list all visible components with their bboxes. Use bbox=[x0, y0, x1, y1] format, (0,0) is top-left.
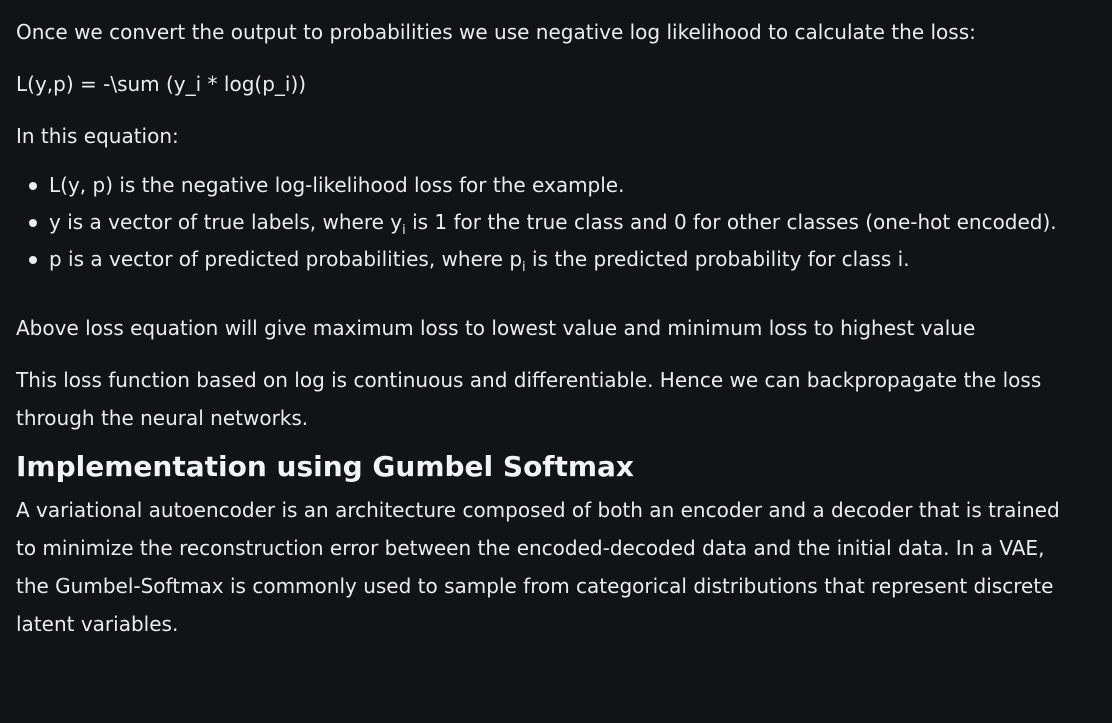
section-heading: Implementation using Gumbel Softmax bbox=[16, 450, 634, 483]
list-item: y is a vector of true labels, where yi i… bbox=[29, 204, 1072, 241]
equation-terms-list: L(y, p) is the negative log-likelihood l… bbox=[16, 167, 1072, 278]
subscript: i bbox=[522, 260, 526, 275]
vae-paragraph: A variational autoencoder is an architec… bbox=[16, 498, 1060, 636]
list-item: L(y, p) is the negative log-likelihood l… bbox=[29, 167, 1072, 204]
equation-lead-paragraph: In this equation: bbox=[16, 124, 179, 148]
bullet-text-post: is the predicted probability for class i… bbox=[525, 247, 910, 271]
loss-formula: L(y,p) = -\sum (y_i * log(p_i)) bbox=[16, 72, 307, 96]
bullet-text: L(y, p) is the negative log-likelihood l… bbox=[49, 173, 625, 197]
bullet-icon bbox=[29, 182, 37, 190]
above-loss-paragraph: Above loss equation will give maximum lo… bbox=[16, 316, 976, 340]
bullet-text-pre: y is a vector of true labels, where y bbox=[49, 210, 403, 234]
bullet-icon bbox=[29, 219, 37, 227]
bullet-text-post: is 1 for the true class and 0 for other … bbox=[405, 210, 1057, 234]
subscript: i bbox=[402, 223, 406, 238]
bullet-icon bbox=[29, 256, 37, 264]
list-item: p is a vector of predicted probabilities… bbox=[29, 241, 1072, 278]
article-body: Once we convert the output to probabilit… bbox=[0, 0, 1112, 723]
intro-paragraph: Once we convert the output to probabilit… bbox=[16, 20, 976, 44]
loss-function-paragraph: This loss function based on log is conti… bbox=[16, 368, 1042, 430]
bullet-text-pre: p is a vector of predicted probabilities… bbox=[49, 247, 523, 271]
